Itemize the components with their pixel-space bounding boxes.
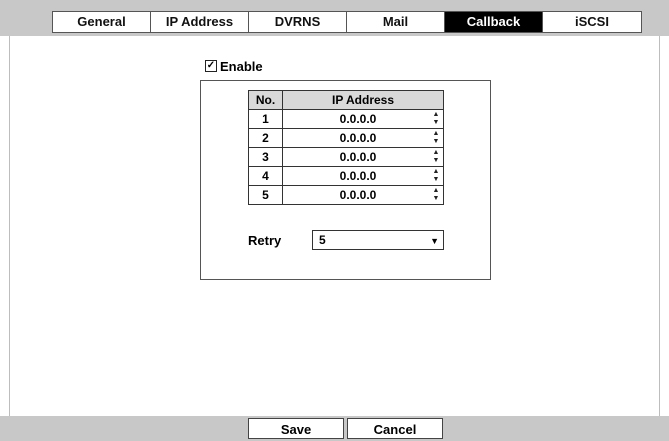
- tab-mail[interactable]: Mail: [347, 12, 445, 32]
- tab-ip-address[interactable]: IP Address: [151, 12, 249, 32]
- retry-value: 5: [319, 233, 326, 247]
- tab-iscsi[interactable]: iSCSI: [543, 12, 641, 32]
- table-row: 4 0.0.0.0 ▲ ▼: [248, 166, 444, 186]
- ip-address-value: 0.0.0.0: [339, 169, 377, 183]
- retry-select[interactable]: 5 ▼: [312, 230, 444, 250]
- save-button[interactable]: Save: [248, 418, 344, 439]
- triangle-down-icon[interactable]: ▼: [430, 231, 439, 251]
- row-number: 2: [248, 128, 283, 148]
- tab-general[interactable]: General: [53, 12, 151, 32]
- ip-address-field[interactable]: 0.0.0.0 ▲ ▼: [282, 185, 444, 205]
- table-row: 1 0.0.0.0 ▲ ▼: [248, 109, 444, 129]
- content-border-left: [9, 36, 10, 416]
- up-down-spinner-icon[interactable]: ▲ ▼: [432, 130, 440, 146]
- table-row: 5 0.0.0.0 ▲ ▼: [248, 185, 444, 205]
- ip-address-value: 0.0.0.0: [339, 112, 377, 126]
- callback-panel: No. IP Address 1 0.0.0.0 ▲ ▼ 2 0.0.0.0 ▲ ▼: [200, 80, 491, 280]
- up-down-spinner-icon[interactable]: ▲ ▼: [432, 111, 440, 127]
- column-header-ip-address: IP Address: [282, 90, 444, 110]
- column-header-no: No.: [248, 90, 283, 110]
- up-down-spinner-icon[interactable]: ▲ ▼: [432, 149, 440, 165]
- row-number: 4: [248, 166, 283, 186]
- row-number: 3: [248, 147, 283, 167]
- retry-label: Retry: [248, 232, 282, 248]
- cancel-button[interactable]: Cancel: [347, 418, 443, 439]
- enable-row[interactable]: ✓ Enable: [205, 58, 263, 74]
- enable-checkbox[interactable]: ✓: [205, 60, 217, 72]
- up-down-spinner-icon[interactable]: ▲ ▼: [432, 187, 440, 203]
- tab-callback[interactable]: Callback: [445, 12, 543, 32]
- tab-dvrns[interactable]: DVRNS: [249, 12, 347, 32]
- table-row: 2 0.0.0.0 ▲ ▼: [248, 128, 444, 148]
- content-border-right: [659, 36, 660, 416]
- ip-address-field[interactable]: 0.0.0.0 ▲ ▼: [282, 109, 444, 129]
- enable-label: Enable: [220, 58, 263, 74]
- ip-address-field[interactable]: 0.0.0.0 ▲ ▼: [282, 128, 444, 148]
- ip-address-field[interactable]: 0.0.0.0 ▲ ▼: [282, 147, 444, 167]
- tab-bar: General IP Address DVRNS Mail Callback i…: [0, 0, 669, 36]
- ip-address-table: No. IP Address 1 0.0.0.0 ▲ ▼ 2 0.0.0.0 ▲ ▼: [248, 90, 444, 205]
- ip-address-value: 0.0.0.0: [339, 188, 377, 202]
- bottom-bar: Save Cancel: [0, 416, 669, 441]
- ip-address-value: 0.0.0.0: [339, 150, 377, 164]
- ip-address-value: 0.0.0.0: [339, 131, 377, 145]
- table-row: 3 0.0.0.0 ▲ ▼: [248, 147, 444, 167]
- ip-address-field[interactable]: 0.0.0.0 ▲ ▼: [282, 166, 444, 186]
- row-number: 5: [248, 185, 283, 205]
- table-header-row: No. IP Address: [248, 90, 444, 110]
- retry-row: Retry 5 ▼: [248, 230, 444, 250]
- row-number: 1: [248, 109, 283, 129]
- up-down-spinner-icon[interactable]: ▲ ▼: [432, 168, 440, 184]
- tab-strip: General IP Address DVRNS Mail Callback i…: [52, 11, 642, 33]
